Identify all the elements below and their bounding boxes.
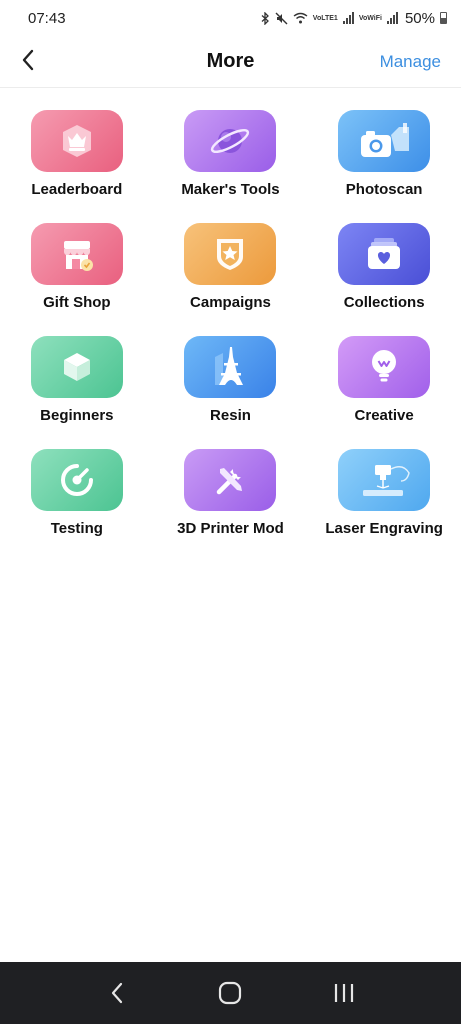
status-bar: 07:43 VoLTE1 VoWiFi 50%	[0, 0, 461, 36]
leaderboard-tile-icon	[30, 110, 123, 172]
tile-label: Beginners	[40, 407, 114, 424]
tile-testing[interactable]: Testing	[0, 449, 154, 562]
battery-percent: 50%	[404, 9, 435, 27]
tile-resin[interactable]: Resin	[154, 336, 308, 449]
gauge-icon	[60, 464, 93, 496]
tile-laser-engraving[interactable]: Laser Engraving	[307, 449, 461, 562]
home-nav-icon	[219, 981, 242, 1005]
planet-icon	[211, 128, 250, 154]
printer-mod-tile-icon	[184, 449, 277, 511]
tile-label: Testing	[50, 520, 103, 537]
eiffel-tower-icon	[215, 347, 244, 385]
nav-back-button[interactable]	[92, 968, 142, 1018]
tile-label: Resin	[210, 407, 251, 424]
gift-shop-tile-icon	[30, 223, 123, 285]
manage-button[interactable]: Manage	[380, 52, 441, 72]
bluetooth-icon	[261, 11, 269, 25]
tile-photoscan[interactable]: Photoscan	[307, 110, 461, 223]
badge-star-icon	[217, 239, 244, 270]
testing-tile-icon	[30, 449, 123, 511]
volte-lte-icon: VoLTE1	[312, 14, 338, 22]
laser-engraving-tile-icon	[338, 449, 431, 511]
lightbulb-icon	[372, 350, 397, 382]
mute-icon	[275, 12, 288, 24]
beginners-tile-icon	[30, 336, 123, 398]
tile-campaigns[interactable]: Campaigns	[154, 223, 308, 336]
nav-recents-button[interactable]	[319, 968, 369, 1018]
system-nav-bar	[0, 962, 461, 1024]
more-grid: Leaderboard Maker's Tools Photoscan Gift…	[0, 110, 461, 562]
tools-icon	[217, 468, 243, 495]
resin-tile-icon	[184, 336, 277, 398]
campaigns-tile-icon	[184, 223, 277, 285]
tile-collections[interactable]: Collections	[307, 223, 461, 336]
tile-label: Maker's Tools	[181, 181, 280, 198]
tile-label: 3D Printer Mod	[177, 520, 284, 537]
grid-row: Gift Shop Campaigns Collections	[0, 223, 461, 336]
tile-label: Photoscan	[345, 181, 423, 198]
tile-gift-shop[interactable]: Gift Shop	[0, 223, 154, 336]
tile-label: Creative	[354, 407, 414, 424]
recents-nav-icon	[335, 984, 354, 1002]
status-time: 07:43	[28, 9, 66, 27]
tile-label: Collections	[343, 294, 425, 311]
signal-icon-2	[386, 12, 398, 24]
status-icons: VoLTE1 VoWiFi 50%	[261, 10, 447, 27]
tile-label: Laser Engraving	[325, 520, 443, 537]
creative-tile-icon	[338, 336, 431, 398]
laser-icon	[363, 465, 410, 496]
signal-icon	[342, 12, 354, 24]
tile-creative[interactable]: Creative	[307, 336, 461, 449]
tile-label: Leaderboard	[31, 181, 123, 198]
makers-tools-tile-icon	[184, 110, 277, 172]
wifi-icon	[293, 12, 308, 24]
tile-3d-printer-mod[interactable]: 3D Printer Mod	[154, 449, 308, 562]
tile-label: Gift Shop	[43, 294, 111, 311]
grid-row: Testing 3D Printer Mod Laser Engraving	[0, 449, 461, 562]
back-nav-icon	[111, 982, 122, 1004]
grid-row: Leaderboard Maker's Tools Photoscan	[0, 110, 461, 223]
tile-label: Campaigns	[190, 294, 271, 311]
camera-icon	[361, 123, 410, 157]
tile-makers-tools[interactable]: Maker's Tools	[154, 110, 308, 223]
crown-icon	[62, 125, 91, 157]
photoscan-tile-icon	[338, 110, 431, 172]
nav-home-button[interactable]	[205, 968, 255, 1018]
grid-row: Beginners Resin Creative	[0, 336, 461, 449]
collections-tile-icon	[338, 223, 431, 285]
tile-leaderboard[interactable]: Leaderboard	[0, 110, 154, 223]
battery-icon	[440, 12, 447, 24]
shop-icon	[63, 241, 93, 271]
heart-box-icon	[368, 238, 401, 269]
app-header: More Manage	[0, 36, 461, 88]
tile-beginners[interactable]: Beginners	[0, 336, 154, 449]
cube-icon	[63, 353, 90, 381]
vowifi-icon: VoWiFi	[358, 14, 382, 22]
